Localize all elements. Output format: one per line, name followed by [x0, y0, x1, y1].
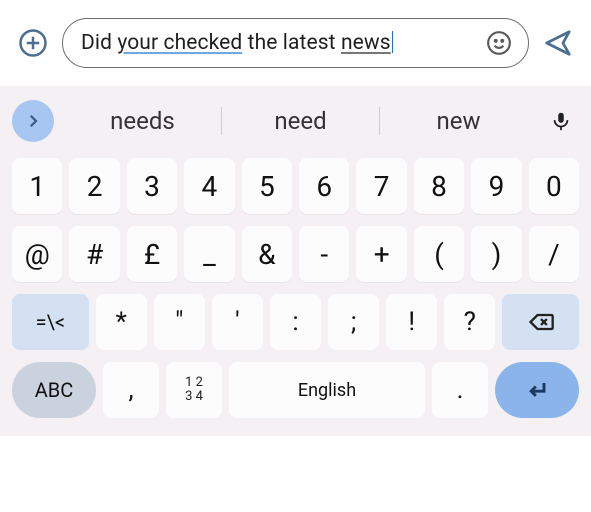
key-spacebar[interactable]: English — [229, 362, 425, 418]
key-row-2: @ # £ _ & - + ( ) / — [12, 226, 579, 282]
key-bang[interactable]: ! — [386, 294, 437, 350]
key-slash[interactable]: / — [529, 226, 579, 282]
key-underscore[interactable]: _ — [184, 226, 234, 282]
key-amp[interactable]: & — [242, 226, 292, 282]
key-enter[interactable] — [495, 362, 579, 418]
backspace-icon — [527, 308, 555, 336]
key-dquote[interactable]: " — [154, 294, 205, 350]
key-row-3: =\< * " ' : ; ! ? — [12, 294, 579, 350]
key-plus[interactable]: + — [356, 226, 406, 282]
composer-bar: Did your checked the latest news — [0, 0, 591, 86]
key-symbols-more[interactable]: =\< — [12, 294, 89, 350]
send-button[interactable] — [543, 28, 573, 58]
key-qmark[interactable]: ? — [444, 294, 495, 350]
key-pound[interactable]: £ — [127, 226, 177, 282]
key-backspace[interactable] — [502, 294, 579, 350]
text-plain-2: the latest — [242, 31, 341, 55]
numpad-icon: 1 2 3 4 — [185, 376, 203, 404]
expand-chevron[interactable] — [12, 100, 54, 142]
message-input-text: Did your checked the latest news — [81, 31, 476, 55]
key-2[interactable]: 2 — [69, 158, 119, 214]
key-numlock[interactable]: 1 2 3 4 — [166, 362, 222, 418]
key-hash[interactable]: # — [69, 226, 119, 282]
key-6[interactable]: 6 — [299, 158, 349, 214]
key-3[interactable]: 3 — [127, 158, 177, 214]
key-9[interactable]: 9 — [471, 158, 521, 214]
suggestion-2[interactable]: need — [222, 107, 379, 135]
key-0[interactable]: 0 — [529, 158, 579, 214]
key-period[interactable]: . — [432, 362, 488, 418]
key-8[interactable]: 8 — [414, 158, 464, 214]
key-semi[interactable]: ; — [328, 294, 379, 350]
key-at[interactable]: @ — [12, 226, 62, 282]
enter-icon — [523, 376, 551, 404]
key-4[interactable]: 4 — [184, 158, 234, 214]
onscreen-keyboard: needs need new 1 2 3 4 5 6 7 8 9 0 @ — [0, 86, 591, 436]
key-minus[interactable]: - — [299, 226, 349, 282]
mic-icon[interactable] — [543, 110, 579, 132]
key-1[interactable]: 1 — [12, 158, 62, 214]
key-lparen[interactable]: ( — [414, 226, 464, 282]
text-cursor — [392, 31, 394, 53]
key-row-4: ABC , 1 2 3 4 English . — [12, 362, 579, 418]
key-7[interactable]: 7 — [356, 158, 406, 214]
suggestion-strip: needs need new — [8, 96, 583, 152]
text-plain-1: Did — [81, 31, 117, 55]
key-star[interactable]: * — [96, 294, 147, 350]
key-row-1: 1 2 3 4 5 6 7 8 9 0 — [12, 158, 579, 214]
text-grammar-underline: your checked — [117, 31, 242, 55]
key-colon[interactable]: : — [270, 294, 321, 350]
text-spell-underline: news — [341, 31, 391, 55]
suggestion-3[interactable]: new — [380, 107, 537, 135]
add-button[interactable] — [18, 28, 48, 58]
suggestion-1[interactable]: needs — [64, 107, 221, 135]
key-rparen[interactable]: ) — [471, 226, 521, 282]
emoji-icon[interactable] — [486, 30, 512, 56]
key-squote[interactable]: ' — [212, 294, 263, 350]
key-mode-abc[interactable]: ABC — [12, 362, 96, 418]
key-comma[interactable]: , — [103, 362, 159, 418]
key-5[interactable]: 5 — [242, 158, 292, 214]
message-input[interactable]: Did your checked the latest news — [62, 18, 529, 68]
